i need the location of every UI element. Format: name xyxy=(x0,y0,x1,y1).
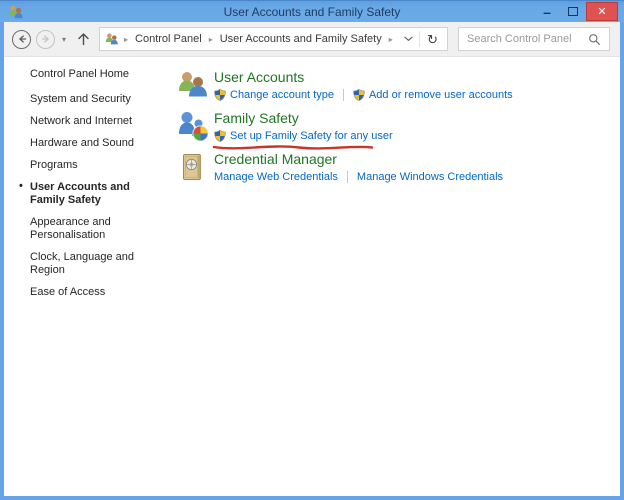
uac-shield-icon xyxy=(214,89,226,101)
breadcrumb-item-user-accounts[interactable]: User Accounts and Family Safety xyxy=(218,33,384,45)
section-user-accounts: User Accounts xyxy=(177,69,620,103)
window-title: User Accounts and Family Safety xyxy=(0,5,624,19)
control-panel-window: User Accounts and Family Safety – ✕ ▾ xyxy=(0,0,624,500)
forward-button[interactable] xyxy=(36,30,55,49)
family-safety-heading[interactable]: Family Safety xyxy=(214,110,393,127)
manage-web-credentials-link[interactable]: Manage Web Credentials xyxy=(214,171,338,183)
user-accounts-icon[interactable] xyxy=(177,69,209,101)
breadcrumb-separator: ▸ xyxy=(123,35,129,44)
search-box[interactable] xyxy=(458,27,610,51)
magnifier-icon[interactable] xyxy=(586,33,609,46)
up-button[interactable] xyxy=(73,32,94,46)
refresh-button[interactable]: ↻ xyxy=(420,33,445,46)
window-frame: ▾ ▸ Control Panel ▸ User Accounts and Fa… xyxy=(0,22,624,500)
arrow-left-icon xyxy=(16,33,28,45)
link-label: Manage Web Credentials xyxy=(214,171,338,183)
users-icon xyxy=(105,32,119,46)
arrow-right-icon xyxy=(40,33,52,45)
sidebar-item-appearance-and-personalisation[interactable]: Appearance and Personalisation xyxy=(30,213,162,244)
family-safety-icon[interactable] xyxy=(177,110,209,142)
section-family-safety: Family Safety Set up Fa xyxy=(177,110,620,144)
sidebar-item-user-accounts-and-family-safety[interactable]: User Accounts and Family Safety xyxy=(30,178,162,209)
manage-windows-credentials-link[interactable]: Manage Windows Credentials xyxy=(357,171,503,183)
link-divider xyxy=(347,171,348,183)
arrow-up-icon xyxy=(77,32,90,46)
link-label: Add or remove user accounts xyxy=(369,89,513,101)
link-label: Change account type xyxy=(230,89,334,101)
chevron-down-icon xyxy=(404,36,413,42)
sidebar-item-control-panel-home[interactable]: Control Panel Home xyxy=(30,68,160,80)
breadcrumb-separator: ▸ xyxy=(208,35,214,44)
change-account-type-link[interactable]: Change account type xyxy=(214,89,334,101)
set-up-family-safety-link[interactable]: Set up Family Safety for any user xyxy=(214,130,393,142)
breadcrumb-separator: ▸ xyxy=(388,35,394,44)
sidebar-item-clock-language-and-region[interactable]: Clock, Language and Region xyxy=(30,248,170,279)
address-dropdown-button[interactable] xyxy=(398,31,420,46)
link-label: Manage Windows Credentials xyxy=(357,171,503,183)
main-panel: User Accounts xyxy=(160,57,620,496)
content-area: Control Panel Home System and Security N… xyxy=(4,57,620,496)
add-or-remove-user-accounts-link[interactable]: Add or remove user accounts xyxy=(353,89,513,101)
history-dropdown-caret[interactable]: ▾ xyxy=(60,35,68,44)
navigation-bar: ▾ ▸ Control Panel ▸ User Accounts and Fa… xyxy=(4,22,620,57)
sidebar-item-system-and-security[interactable]: System and Security xyxy=(30,90,162,108)
sidebar-item-hardware-and-sound[interactable]: Hardware and Sound xyxy=(30,134,162,152)
credential-manager-heading[interactable]: Credential Manager xyxy=(214,151,503,168)
sidebar: Control Panel Home System and Security N… xyxy=(4,57,160,496)
section-credential-manager: Credential Manager Manage Web Credential… xyxy=(177,151,620,185)
address-bar[interactable]: ▸ Control Panel ▸ User Accounts and Fami… xyxy=(99,27,448,51)
breadcrumb-item-control-panel[interactable]: Control Panel xyxy=(133,33,204,45)
sidebar-item-programs[interactable]: Programs xyxy=(30,156,162,174)
title-bar: User Accounts and Family Safety – ✕ xyxy=(0,0,624,22)
link-label: Set up Family Safety for any user xyxy=(230,130,393,142)
uac-shield-icon xyxy=(214,130,226,142)
sidebar-item-ease-of-access[interactable]: Ease of Access xyxy=(30,283,162,301)
sidebar-item-network-and-internet[interactable]: Network and Internet xyxy=(30,112,162,130)
user-accounts-heading[interactable]: User Accounts xyxy=(214,69,513,86)
uac-shield-icon xyxy=(353,89,365,101)
credential-manager-icon[interactable] xyxy=(177,151,209,183)
link-divider xyxy=(343,89,344,101)
search-input[interactable] xyxy=(459,33,586,45)
back-button[interactable] xyxy=(12,30,31,49)
